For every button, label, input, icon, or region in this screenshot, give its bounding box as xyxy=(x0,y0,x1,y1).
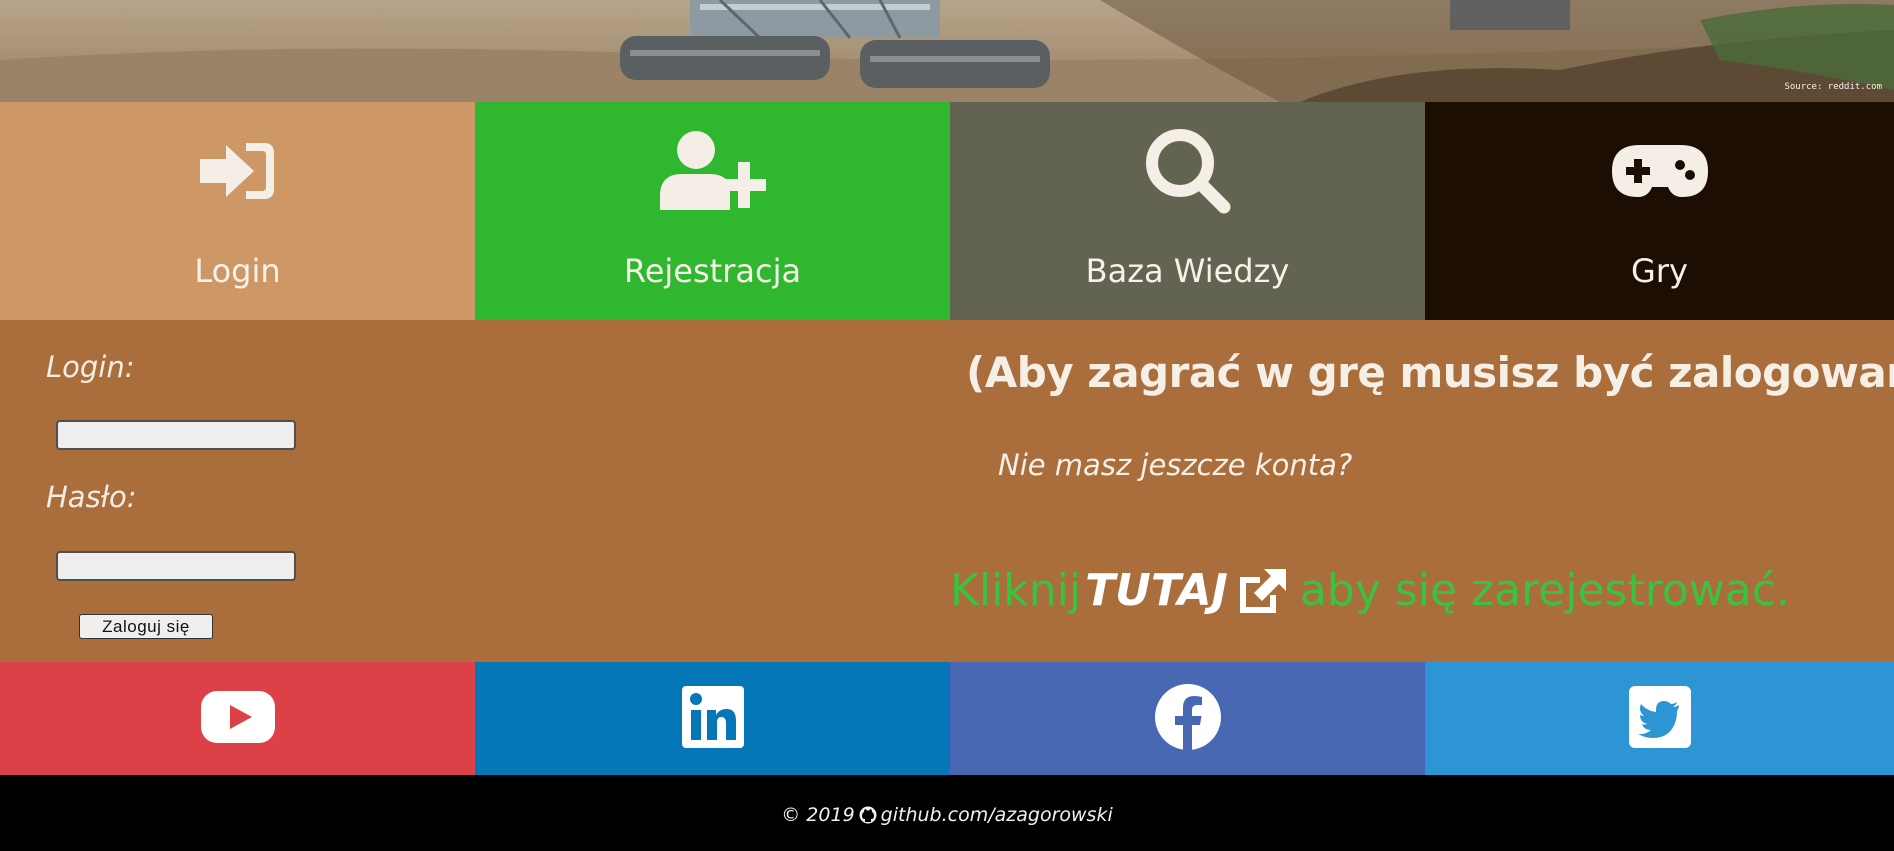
register-cta: Kliknij TUTAJ aby się zarejestrować. xyxy=(950,565,1790,616)
nav-tile-label: Baza Wiedzy xyxy=(1085,252,1290,290)
main-content: Login: Hasło: Zaloguj się (Aby zagrać w … xyxy=(0,320,1894,662)
external-link-icon[interactable] xyxy=(1234,567,1288,615)
main-nav: Login Rejestracja Baza Wiedzy Gry xyxy=(0,102,1894,320)
cta-suffix: aby się zarejestrować. xyxy=(1299,565,1790,616)
youtube-icon xyxy=(200,690,275,747)
login-submit-button[interactable]: Zaloguj się xyxy=(79,614,213,639)
facebook-link[interactable] xyxy=(950,662,1425,775)
nav-tile-games[interactable]: Gry xyxy=(1425,102,1894,320)
nav-tile-label: Gry xyxy=(1631,252,1688,290)
login-input[interactable] xyxy=(56,420,296,450)
linkedin-link[interactable] xyxy=(475,662,950,775)
login-label: Login: xyxy=(46,350,135,384)
login-required-heading: (Aby zagrać w grę musisz być zalogowany) xyxy=(966,348,1894,397)
sign-in-icon xyxy=(198,126,278,216)
password-input[interactable] xyxy=(56,551,296,581)
gamepad-icon xyxy=(1610,126,1710,216)
no-account-text: Nie masz jeszcze konta? xyxy=(998,448,1353,482)
register-link[interactable]: TUTAJ xyxy=(1085,565,1228,616)
twitter-link[interactable] xyxy=(1425,662,1894,775)
footer-copyright: © 2019 xyxy=(781,804,855,826)
user-plus-icon xyxy=(659,126,766,216)
github-icon xyxy=(859,806,877,824)
footer-github-link[interactable]: github.com/azagorowski xyxy=(881,804,1113,826)
footer: © 2019 github.com/azagorowski xyxy=(0,775,1894,851)
nav-tile-label: Rejestracja xyxy=(623,252,802,290)
nav-tile-knowledge-base[interactable]: Baza Wiedzy xyxy=(950,102,1425,320)
twitter-icon xyxy=(1628,685,1691,752)
facebook-icon xyxy=(1154,683,1222,755)
youtube-link[interactable] xyxy=(0,662,475,775)
social-links xyxy=(0,662,1894,775)
header-banner-image: Source: reddit.com xyxy=(0,0,1894,102)
cta-prefix: Kliknij xyxy=(950,565,1082,616)
image-source-caption: Source: reddit.com xyxy=(1784,82,1882,92)
search-icon xyxy=(1144,126,1232,216)
nav-tile-login[interactable]: Login xyxy=(0,102,475,320)
linkedin-icon xyxy=(681,685,744,752)
nav-tile-register[interactable]: Rejestracja xyxy=(475,102,950,320)
password-label: Hasło: xyxy=(46,480,137,514)
nav-tile-label: Login xyxy=(194,252,281,290)
